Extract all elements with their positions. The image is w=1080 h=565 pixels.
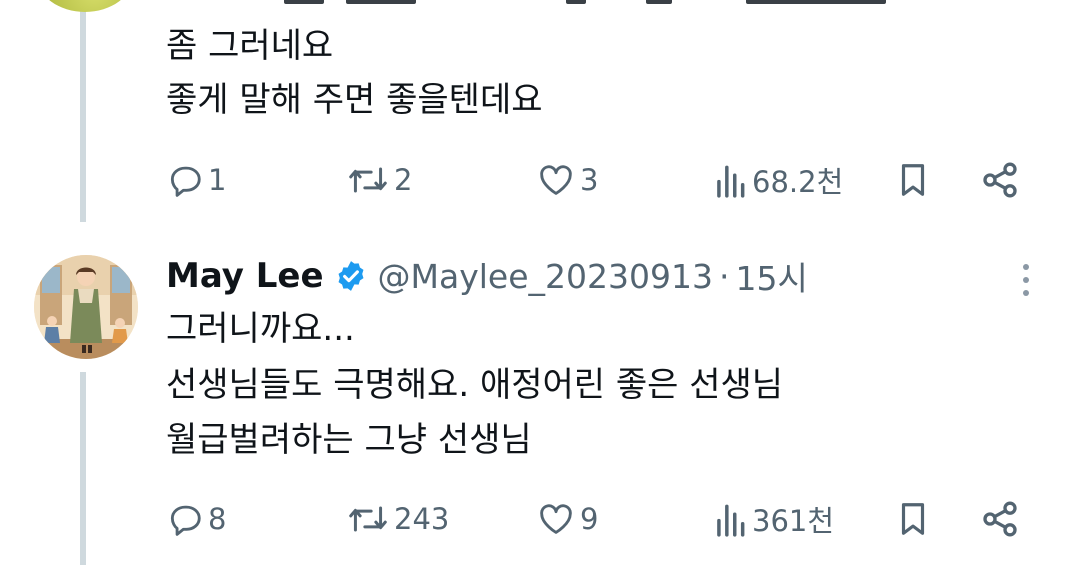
reply-button[interactable]: 8 <box>166 499 226 539</box>
avatar[interactable] <box>34 255 138 359</box>
repost-button[interactable]: 2 <box>346 160 412 200</box>
post-text-line: 월급벌려하는 그냥 선생님 <box>166 420 532 460</box>
share-icon <box>983 162 1017 198</box>
like-count: 3 <box>580 163 599 197</box>
avatar[interactable] <box>37 0 133 12</box>
bookmark-button[interactable] <box>894 499 932 539</box>
like-count: 9 <box>580 502 599 536</box>
repost-count: 243 <box>394 502 450 536</box>
speech-bubble-icon <box>170 505 201 536</box>
views-count: 361천 <box>752 504 835 538</box>
thread-connector-line <box>80 0 86 222</box>
verified-badge-icon[interactable] <box>334 259 368 293</box>
avatar-illustration <box>34 255 138 359</box>
post-timestamp[interactable]: 15시 <box>735 252 807 300</box>
post-text-line: 그러니까요... <box>166 309 355 349</box>
post-action-bar: 1 2 3 68.2천 <box>166 160 1036 200</box>
repost-button[interactable]: 243 <box>346 499 449 539</box>
bar-chart-icon <box>717 504 745 537</box>
post-action-bar: 8 243 9 361천 <box>166 499 1036 539</box>
share-button[interactable] <box>980 499 1020 539</box>
like-button[interactable]: 3 <box>536 160 598 200</box>
bookmark-icon <box>901 164 925 196</box>
bookmark-button[interactable] <box>894 160 932 200</box>
post-text-line: 좋게 말해 주면 좋을텐데요 <box>166 80 543 120</box>
author-display-name[interactable]: May Lee <box>166 256 324 296</box>
post-text-line: 좀 그러네요 <box>166 26 334 66</box>
heart-icon <box>540 504 572 534</box>
views-button[interactable]: 361천 <box>712 499 834 539</box>
heart-icon <box>540 165 572 195</box>
views-button[interactable]: 68.2천 <box>712 160 843 200</box>
reply-count: 1 <box>208 163 227 197</box>
repost-arrows-icon <box>349 167 387 193</box>
bar-chart-icon <box>717 165 745 198</box>
thread-connector-line <box>80 372 86 565</box>
repost-arrows-icon <box>349 506 387 532</box>
like-button[interactable]: 9 <box>536 499 598 539</box>
share-icon <box>983 501 1017 537</box>
separator-dot: · <box>718 256 730 296</box>
reply-count: 8 <box>208 502 227 536</box>
reply-button[interactable]: 1 <box>166 160 226 200</box>
more-vertical-icon[interactable] <box>1013 262 1039 298</box>
repost-count: 2 <box>394 163 413 197</box>
author-handle[interactable]: @Maylee_20230913 <box>378 257 713 296</box>
post-text-line: 선생님들도 극명해요. 애정어린 좋은 선생님 <box>166 365 784 405</box>
bookmark-icon <box>901 503 925 535</box>
post-header: May Lee @Maylee_20230913 · 15시 <box>166 250 808 302</box>
clipped-post-header <box>166 0 886 4</box>
views-count: 68.2천 <box>752 165 844 199</box>
share-button[interactable] <box>980 160 1020 200</box>
speech-bubble-icon <box>170 166 201 197</box>
